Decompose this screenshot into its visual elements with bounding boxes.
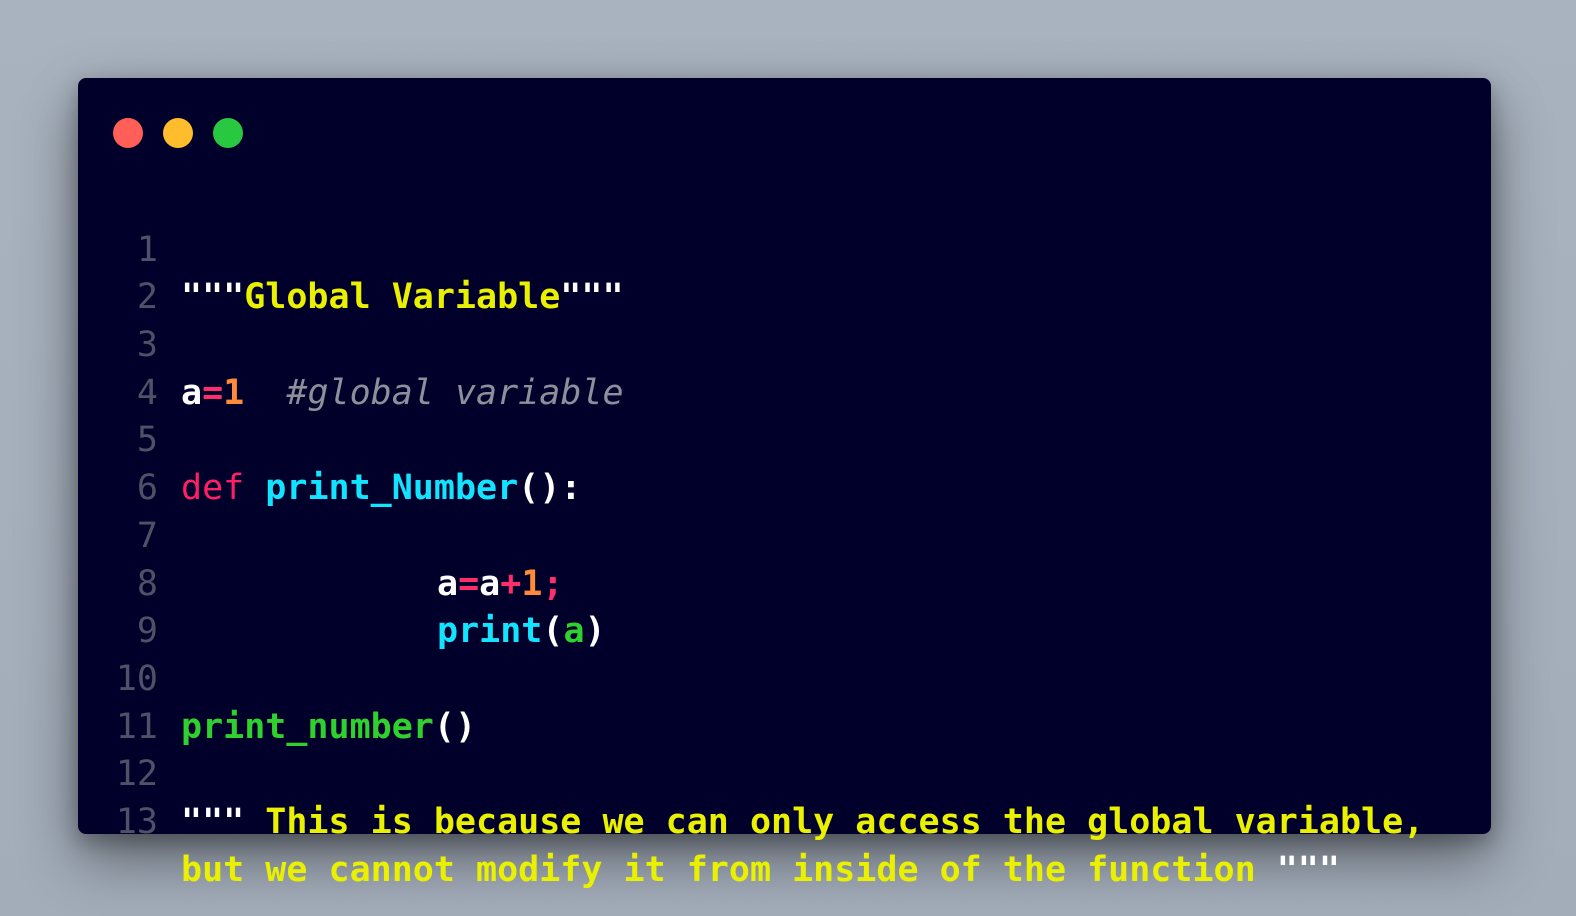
close-button[interactable] [113, 118, 143, 148]
code-line: 4 [78, 322, 1491, 413]
code-line: 8 print(a) [78, 513, 1491, 652]
maximize-button[interactable] [213, 118, 243, 148]
code-line: 5 def print_Number(): [78, 370, 1491, 508]
code-line: 11 [78, 656, 1491, 747]
docstring-text: but we cannot modify it from inside of t… [181, 849, 1277, 890]
code-line: 2 [78, 227, 1491, 317]
window-controls [113, 118, 243, 148]
code-line: 12 """ This is because we can only acces… [78, 704, 1491, 842]
code-line: 3 a=1 #global variable [78, 274, 1491, 413]
code-line: 9 [78, 561, 1491, 651]
code-line: 7 a=a+1; [78, 465, 1491, 604]
line-number: 13 [115, 801, 158, 842]
line-content: """ This is because we can only access t… [181, 799, 1424, 847]
docstring-close-quotes: """ [1276, 849, 1340, 890]
code-block: 1 """Global Variable""" 2 3 a=1 #global … [78, 179, 1491, 890]
code-line: 13 but we cannot modify it from inside o… [78, 751, 1491, 890]
code-line: 6 [78, 417, 1491, 508]
code-line: 1 """Global Variable""" [78, 179, 1491, 318]
line-content: but we cannot modify it from inside of t… [181, 847, 1340, 895]
minimize-button[interactable] [163, 118, 193, 148]
code-line: 10 print_number() [78, 608, 1491, 747]
docstring-text: This is because we can only access the g… [244, 801, 1425, 842]
code-window: 1 """Global Variable""" 2 3 a=1 #global … [78, 78, 1491, 890]
